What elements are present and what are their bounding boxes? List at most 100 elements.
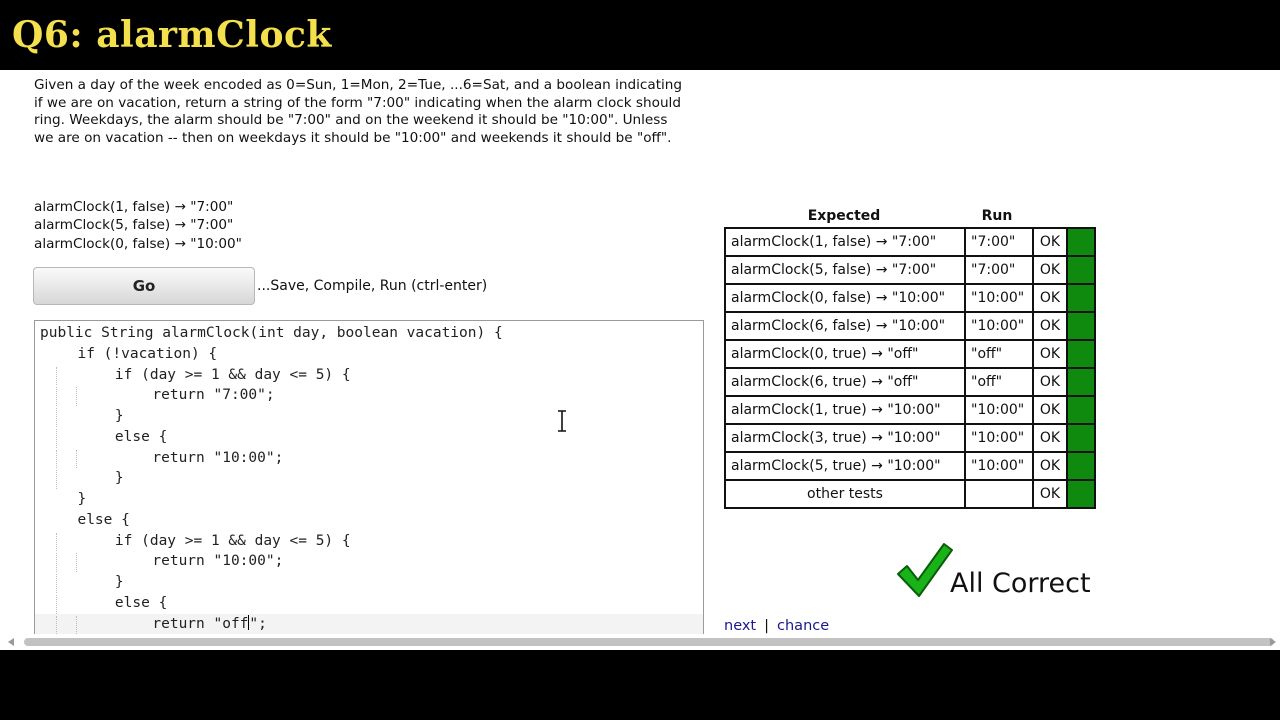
code-text: return "10:00"; <box>100 449 284 466</box>
status-cell: OK <box>1032 255 1068 285</box>
run-cell: "10:00" <box>964 451 1034 481</box>
pass-indicator <box>1066 367 1096 397</box>
table-row: alarmClock(0, true) → "off" "off" OK <box>724 339 1096 369</box>
scroll-right-arrow-icon[interactable] <box>1270 638 1276 646</box>
pass-indicator <box>1066 339 1096 369</box>
pass-indicator <box>1066 451 1096 481</box>
all-correct-text: All Correct <box>950 568 1091 599</box>
code-line[interactable]: if (day >= 1 && day <= 5) { <box>35 365 703 385</box>
indent-guide <box>76 449 77 469</box>
nav-links: next | chance <box>724 618 829 634</box>
indent-guide <box>76 615 77 634</box>
code-line[interactable]: } <box>35 406 703 426</box>
run-cell: "7:00" <box>964 227 1034 257</box>
expected-cell: alarmClock(1, false) → "7:00" <box>724 227 966 257</box>
pass-indicator <box>1066 479 1096 509</box>
code-line[interactable]: if (day >= 1 && day <= 5) { <box>35 531 703 551</box>
expected-cell: alarmClock(5, true) → "10:00" <box>724 451 966 481</box>
other-tests-label: other tests <box>724 479 966 509</box>
text-cursor-icon <box>558 410 566 432</box>
pass-indicator <box>1066 255 1096 285</box>
indent-guide <box>56 449 57 469</box>
indent-guide <box>56 532 57 552</box>
expected-cell: alarmClock(6, true) → "off" <box>724 367 966 397</box>
code-text: if (day >= 1 && day <= 5) { <box>80 366 351 383</box>
code-line[interactable]: else { <box>35 427 703 447</box>
example-item: alarmClock(1, false) → "7:00" <box>34 199 234 215</box>
code-line[interactable]: else { <box>35 593 703 613</box>
code-text: if (day >= 1 && day <= 5) { <box>80 532 351 549</box>
code-line[interactable]: } <box>35 572 703 592</box>
table-row-other-tests: other tests OK <box>724 479 1096 509</box>
table-row: alarmClock(6, false) → "10:00" "10:00" OK <box>724 311 1096 341</box>
code-line[interactable]: } <box>35 468 703 488</box>
expected-cell: alarmClock(0, true) → "off" <box>724 339 966 369</box>
table-row: alarmClock(5, true) → "10:00" "10:00" OK <box>724 451 1096 481</box>
code-text: } <box>60 491 87 507</box>
indent-guide <box>76 553 77 572</box>
example-item: alarmClock(0, false) → "10:00" <box>34 235 242 252</box>
text-caret <box>248 614 250 630</box>
scroll-thumb[interactable] <box>24 638 1274 646</box>
run-cell: "off" <box>964 367 1034 397</box>
nav-separator: | <box>764 618 770 634</box>
pass-indicator <box>1066 311 1096 341</box>
expected-cell: alarmClock(0, false) → "10:00" <box>724 283 966 313</box>
pass-indicator <box>1066 395 1096 425</box>
go-button[interactable]: Go <box>33 267 255 305</box>
code-line[interactable]: if (!vacation) { <box>35 344 703 364</box>
table-row: alarmClock(0, false) → "10:00" "10:00" OK <box>724 283 1096 313</box>
code-line[interactable]: } <box>35 489 703 509</box>
code-text: return "off"; <box>100 614 267 632</box>
table-row: alarmClock(5, false) → "7:00" "7:00" OK <box>724 255 1096 285</box>
status-cell: OK <box>1032 395 1068 425</box>
title-bar: Q6: alarmClock <box>0 0 1280 70</box>
table-row: alarmClock(1, true) → "10:00" "10:00" OK <box>724 395 1096 425</box>
status-cell: OK <box>1032 339 1068 369</box>
go-hint: ...Save, Compile, Run (ctrl-enter) <box>257 278 488 294</box>
code-text: } <box>80 470 124 487</box>
code-line[interactable]: else { <box>35 510 703 530</box>
code-editor[interactable]: public String alarmClock(int day, boolea… <box>34 320 704 634</box>
status-cell: OK <box>1032 311 1068 341</box>
code-text: if (!vacation) { <box>60 345 218 362</box>
main-content: Given a day of the week encoded as 0=Sun… <box>0 70 1280 634</box>
run-cell: "10:00" <box>964 283 1034 313</box>
next-link[interactable]: next <box>724 618 756 634</box>
code-line[interactable]: return "off"; <box>35 613 703 634</box>
code-line[interactable]: return "10:00"; <box>35 551 703 571</box>
bottom-letterbox <box>0 650 1280 720</box>
examples: alarmClock(1, false) → "7:00" alarmClock… <box>34 198 242 253</box>
problem-description: Given a day of the week encoded as 0=Sun… <box>34 77 683 146</box>
run-header: Run <box>981 208 1013 224</box>
indent-guide <box>56 408 57 427</box>
code-line[interactable]: public String alarmClock(int day, boolea… <box>35 323 703 343</box>
run-cell <box>964 479 1034 509</box>
expected-cell: alarmClock(1, true) → "10:00" <box>724 395 966 425</box>
page-title: Q6: alarmClock <box>12 14 332 56</box>
code-text: } <box>80 574 124 590</box>
indent-guide <box>56 387 57 406</box>
table-row: alarmClock(6, true) → "off" "off" OK <box>724 367 1096 397</box>
scroll-left-arrow-icon[interactable] <box>8 638 14 646</box>
code-line[interactable]: return "7:00"; <box>35 385 703 405</box>
code-text: else { <box>80 594 168 611</box>
code-text: public String alarmClock(int day, boolea… <box>40 325 503 341</box>
code-text: } <box>80 408 124 424</box>
example-item: alarmClock(5, false) → "7:00" <box>34 217 234 234</box>
run-cell: "10:00" <box>964 395 1034 425</box>
chance-link[interactable]: chance <box>777 618 829 634</box>
indent-guide <box>56 615 57 634</box>
pass-indicator <box>1066 423 1096 453</box>
horizontal-scrollbar[interactable] <box>0 634 1280 650</box>
status-cell: OK <box>1032 367 1068 397</box>
indent-guide <box>56 470 57 489</box>
code-line[interactable]: return "10:00"; <box>35 448 703 468</box>
code-text: return "7:00"; <box>100 387 275 404</box>
expected-cell: alarmClock(5, false) → "7:00" <box>724 255 966 285</box>
expected-cell: alarmClock(3, true) → "10:00" <box>724 423 966 453</box>
table-row: alarmClock(3, true) → "10:00" "10:00" OK <box>724 423 1096 453</box>
status-cell: OK <box>1032 479 1068 509</box>
pass-indicator <box>1066 227 1096 257</box>
status-cell: OK <box>1032 423 1068 453</box>
